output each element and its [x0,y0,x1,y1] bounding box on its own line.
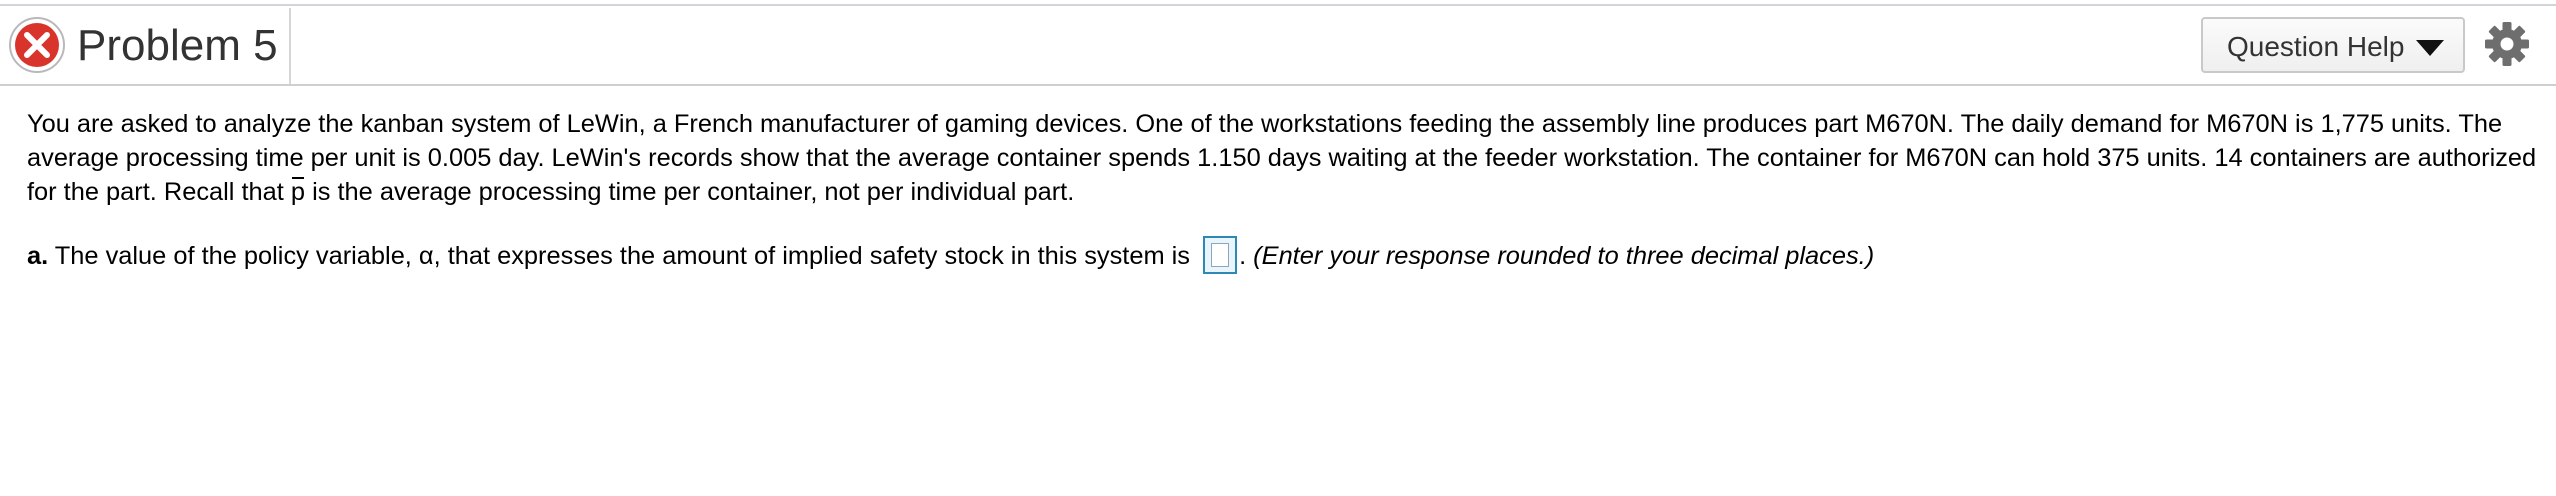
part-a-instruction: (Enter your response rounded to three de… [1253,242,1875,270]
part-a-text: The value of the policy variable, α, tha… [48,242,1198,270]
answer-input[interactable] [1211,243,1230,268]
part-a-question: a. The value of the policy variable, α, … [27,236,2537,276]
title-divider [289,8,291,84]
problem-statement: You are asked to analyze the kanban syst… [27,107,2537,209]
part-a-after-box: . [1239,242,1254,270]
part-a-letter: a. [27,242,49,270]
gear-icon[interactable] [2484,21,2530,67]
question-help-label: Question Help [2227,31,2405,62]
answer-box[interactable] [1203,236,1238,275]
question-help-button[interactable]: Question Help [2201,17,2465,73]
problem-intro-end: is the average processing time per conta… [305,178,1075,206]
problem-header: Problem 5 Question Help [0,6,2556,86]
caret-down-icon [2416,40,2444,56]
p-bar-symbol: p [291,175,305,209]
page: Problem 5 Question Help You are asked to… [0,0,2556,496]
page-title: Problem 5 [77,21,278,70]
close-icon [9,17,65,73]
